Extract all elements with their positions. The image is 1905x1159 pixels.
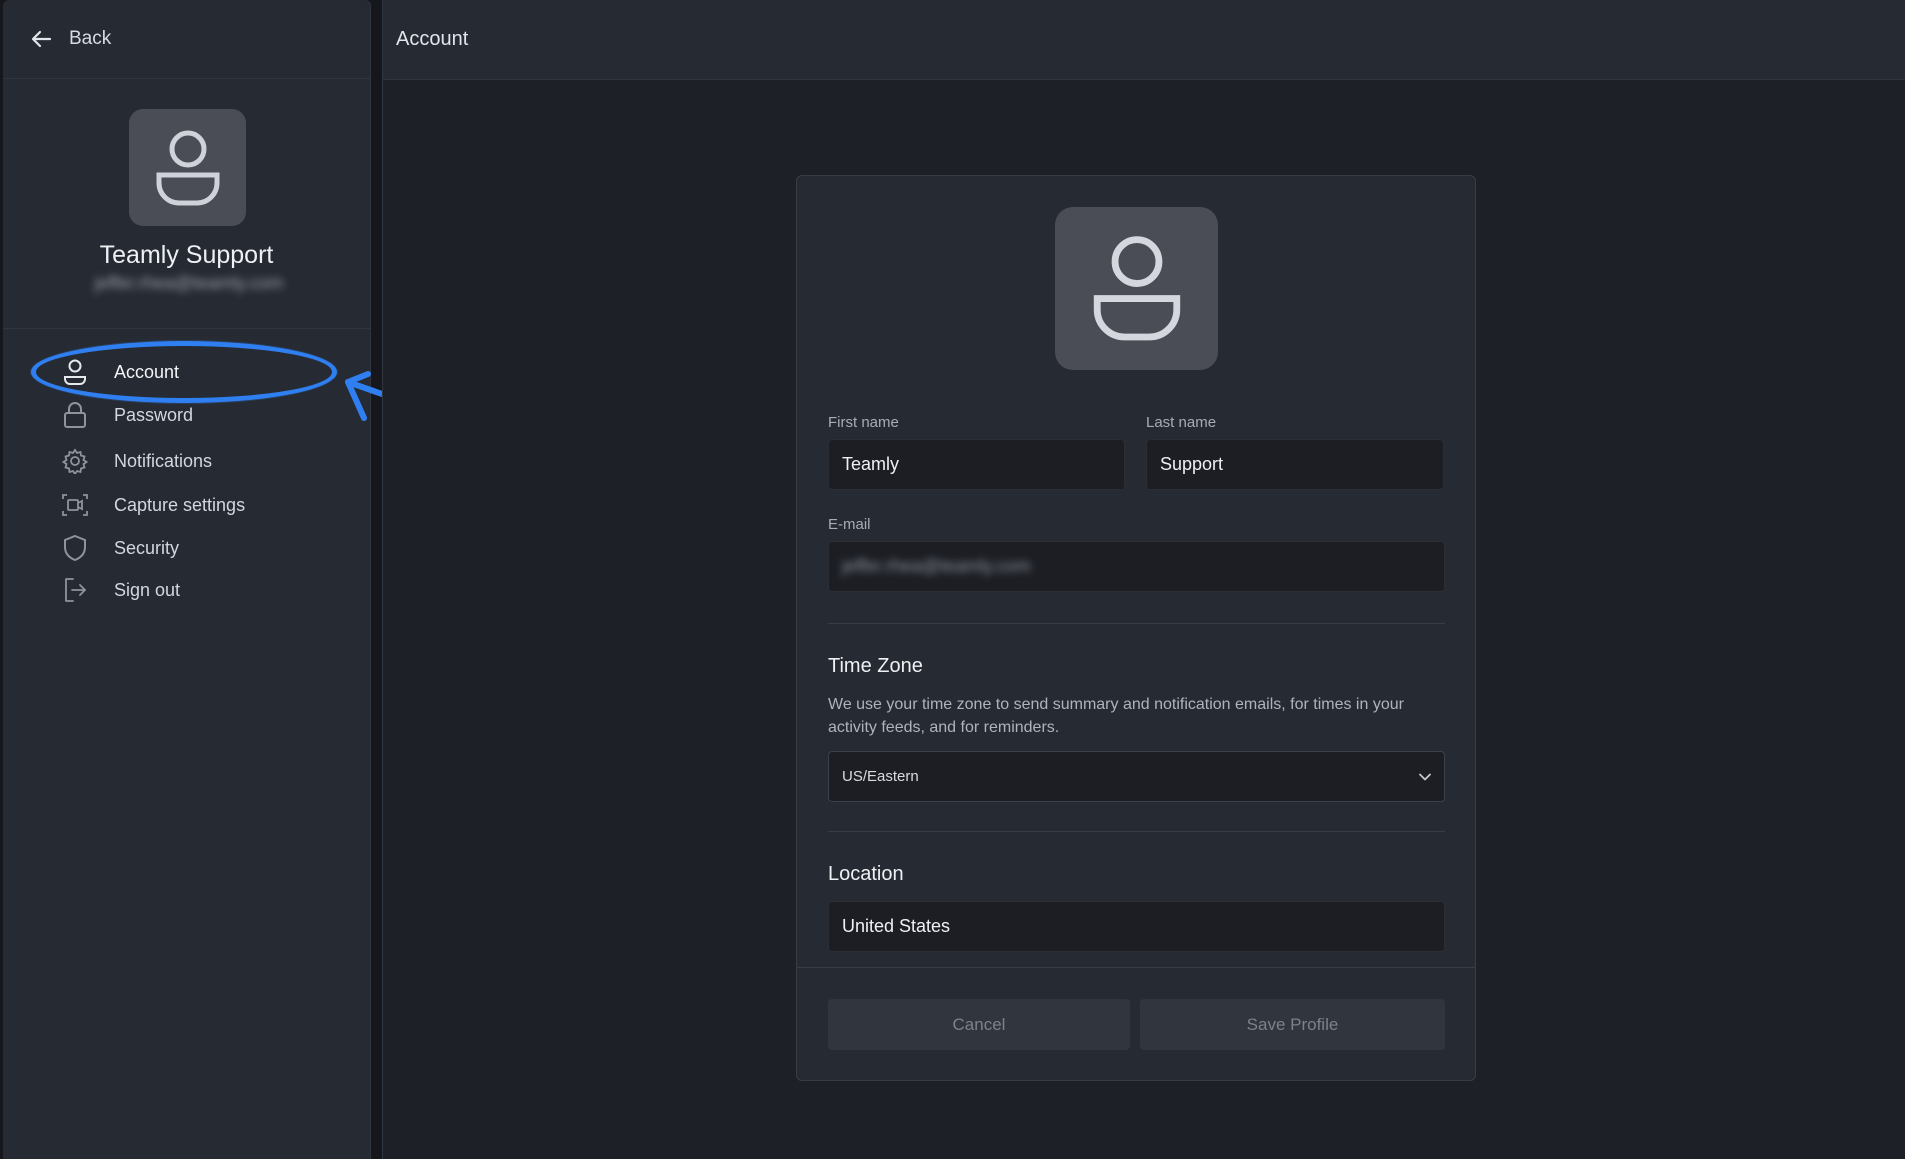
profile-name: Teamly Support <box>99 241 274 269</box>
nav-item-label: Password <box>114 404 194 425</box>
email-value: jeffer.rhea@teamly.com <box>842 556 1031 576</box>
nav-item-notifications[interactable]: Notifications <box>3 441 370 481</box>
nav-item-password[interactable]: Password <box>3 395 370 435</box>
shield-icon <box>61 534 89 562</box>
avatar-upload[interactable] <box>1055 207 1218 370</box>
location-title: Location <box>828 863 904 885</box>
avatar <box>129 109 246 226</box>
main-content: Account First name Teamly Last name Supp… <box>382 0 1905 1159</box>
last-name-label: Last name <box>1146 414 1217 431</box>
page-title: Account <box>396 28 469 50</box>
person-icon <box>156 130 219 205</box>
gear-icon <box>61 447 89 475</box>
chevron-down-icon <box>1419 768 1431 785</box>
arrow-left-icon <box>30 27 54 51</box>
timezone-select[interactable]: US/Eastern <box>828 751 1445 802</box>
timezone-description: We use your time zone to send summary an… <box>828 696 1404 736</box>
nav-item-sign-out[interactable]: Sign out <box>3 570 370 610</box>
lock-icon <box>61 401 89 429</box>
screen-capture-icon <box>61 491 89 519</box>
nav-item-capture-settings[interactable]: Capture settings <box>3 485 370 525</box>
person-icon <box>61 358 89 386</box>
last-name-input[interactable]: Support <box>1146 439 1444 490</box>
timezone-title: Time Zone <box>828 655 923 677</box>
account-form-card: First name Teamly Last name Support E-ma… <box>796 175 1476 1081</box>
nav-item-account[interactable]: Account <box>3 352 370 392</box>
person-icon <box>1093 235 1180 340</box>
nav-item-label: Capture settings <box>114 494 246 515</box>
back-button[interactable]: Back <box>3 0 370 79</box>
cancel-button[interactable]: Cancel <box>828 999 1130 1050</box>
email-input[interactable]: jeffer.rhea@teamly.com <box>828 541 1445 592</box>
footer-divider <box>797 967 1475 968</box>
first-name-label: First name <box>828 414 899 431</box>
first-name-input[interactable]: Teamly <box>828 439 1125 490</box>
app-window: Back Teamly Support jeffer.rhea@teamly.c… <box>0 0 1905 1159</box>
nav-item-label: Account <box>114 361 180 382</box>
location-input[interactable]: United States <box>828 901 1445 952</box>
sidebar: Back Teamly Support jeffer.rhea@teamly.c… <box>3 0 371 1159</box>
save-profile-button[interactable]: Save Profile <box>1140 999 1445 1050</box>
nav-item-label: Security <box>114 537 180 558</box>
nav-item-label: Notifications <box>114 450 213 471</box>
divider <box>828 623 1445 624</box>
sign-out-icon <box>61 576 89 604</box>
profile-summary: Teamly Support jeffer.rhea@teamly.com <box>3 79 370 329</box>
nav-item-security[interactable]: Security <box>3 528 370 568</box>
nav-item-label: Sign out <box>114 579 181 600</box>
back-label: Back <box>69 28 112 49</box>
email-label: E-mail <box>828 516 871 533</box>
timezone-value: US/Eastern <box>842 768 919 785</box>
profile-email: jeffer.rhea@teamly.com <box>94 273 284 293</box>
page-header: Account <box>383 0 1905 80</box>
divider <box>828 831 1445 832</box>
